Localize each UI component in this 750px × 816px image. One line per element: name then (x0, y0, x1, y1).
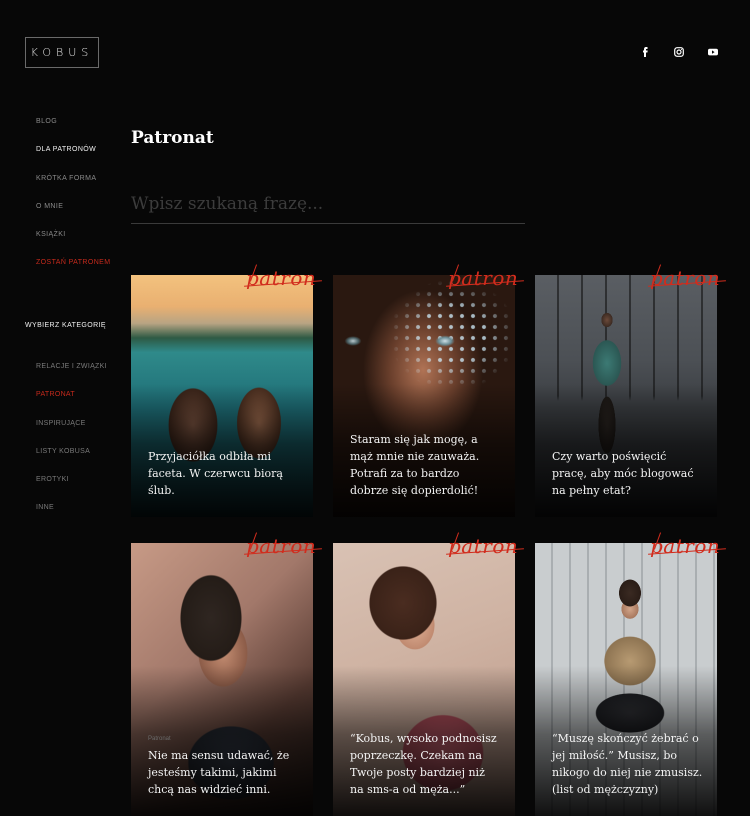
category-erotyki[interactable]: EROTYKI (36, 471, 107, 499)
post-card[interactable]: Patronat Nie ma sensu udawać, że jesteśm… (131, 543, 313, 816)
site-logo[interactable]: KOBUS (25, 37, 99, 68)
post-card[interactable]: “Muszę skończyć żebrać o jej miłość.” Mu… (535, 543, 717, 816)
main-nav: BLOG DLA PATRONÓW KRÓTKA FORMA O MNIE KS… (36, 113, 110, 283)
category-inne[interactable]: INNE (36, 499, 107, 527)
social-links (638, 44, 720, 60)
search-input[interactable] (131, 184, 525, 224)
category-list: RELACJE I ZWIĄZKI PATRONAT INSPIRUJĄCE L… (36, 358, 107, 528)
nav-dla-patronow[interactable]: DLA PATRONÓW (36, 141, 110, 169)
page-title: Patronat (131, 128, 214, 148)
youtube-icon[interactable] (706, 44, 720, 60)
post-card[interactable]: Czy warto poświęcić pracę, aby móc blogo… (535, 275, 717, 517)
post-caption[interactable]: “Kobus, wysoko podnosisz poprzeczkę. Cze… (350, 730, 501, 798)
category-relacje[interactable]: RELACJE I ZWIĄZKI (36, 358, 107, 386)
facebook-icon[interactable] (638, 44, 652, 60)
instagram-icon[interactable] (672, 44, 686, 60)
post-caption[interactable]: Staram się jak mogę, a mąż mnie nie zauw… (350, 431, 501, 499)
nav-ksiazki[interactable]: KSIĄŻKI (36, 226, 110, 254)
nav-o-mnie[interactable]: O MNIE (36, 198, 110, 226)
category-heading: WYBIERZ KATEGORIĘ (25, 322, 106, 329)
post-card[interactable]: “Kobus, wysoko podnosisz poprzeczkę. Cze… (333, 543, 515, 816)
nav-krotka-forma[interactable]: KRÓTKA FORMA (36, 170, 110, 198)
post-caption[interactable]: Nie ma sensu udawać, że jesteśmy takimi,… (148, 747, 299, 798)
post-caption[interactable]: “Muszę skończyć żebrać o jej miłość.” Mu… (552, 730, 703, 798)
post-caption[interactable]: Czy warto poświęcić pracę, aby móc blogo… (552, 448, 703, 499)
nav-zostan-patronem[interactable]: ZOSTAŃ PATRONEM (36, 254, 110, 282)
category-inspirujace[interactable]: INSPIRUJĄCE (36, 415, 107, 443)
category-listy-kobusa[interactable]: LISTY KOBUSA (36, 443, 107, 471)
post-card[interactable]: Staram się jak mogę, a mąż mnie nie zauw… (333, 275, 515, 517)
post-tag: Patronat (148, 736, 171, 742)
category-patronat[interactable]: PATRONAT (36, 386, 107, 414)
post-card[interactable]: Przyjaciółka odbiła mi faceta. W czerwcu… (131, 275, 313, 517)
post-caption[interactable]: Przyjaciółka odbiła mi faceta. W czerwcu… (148, 448, 299, 499)
nav-blog[interactable]: BLOG (36, 113, 110, 141)
